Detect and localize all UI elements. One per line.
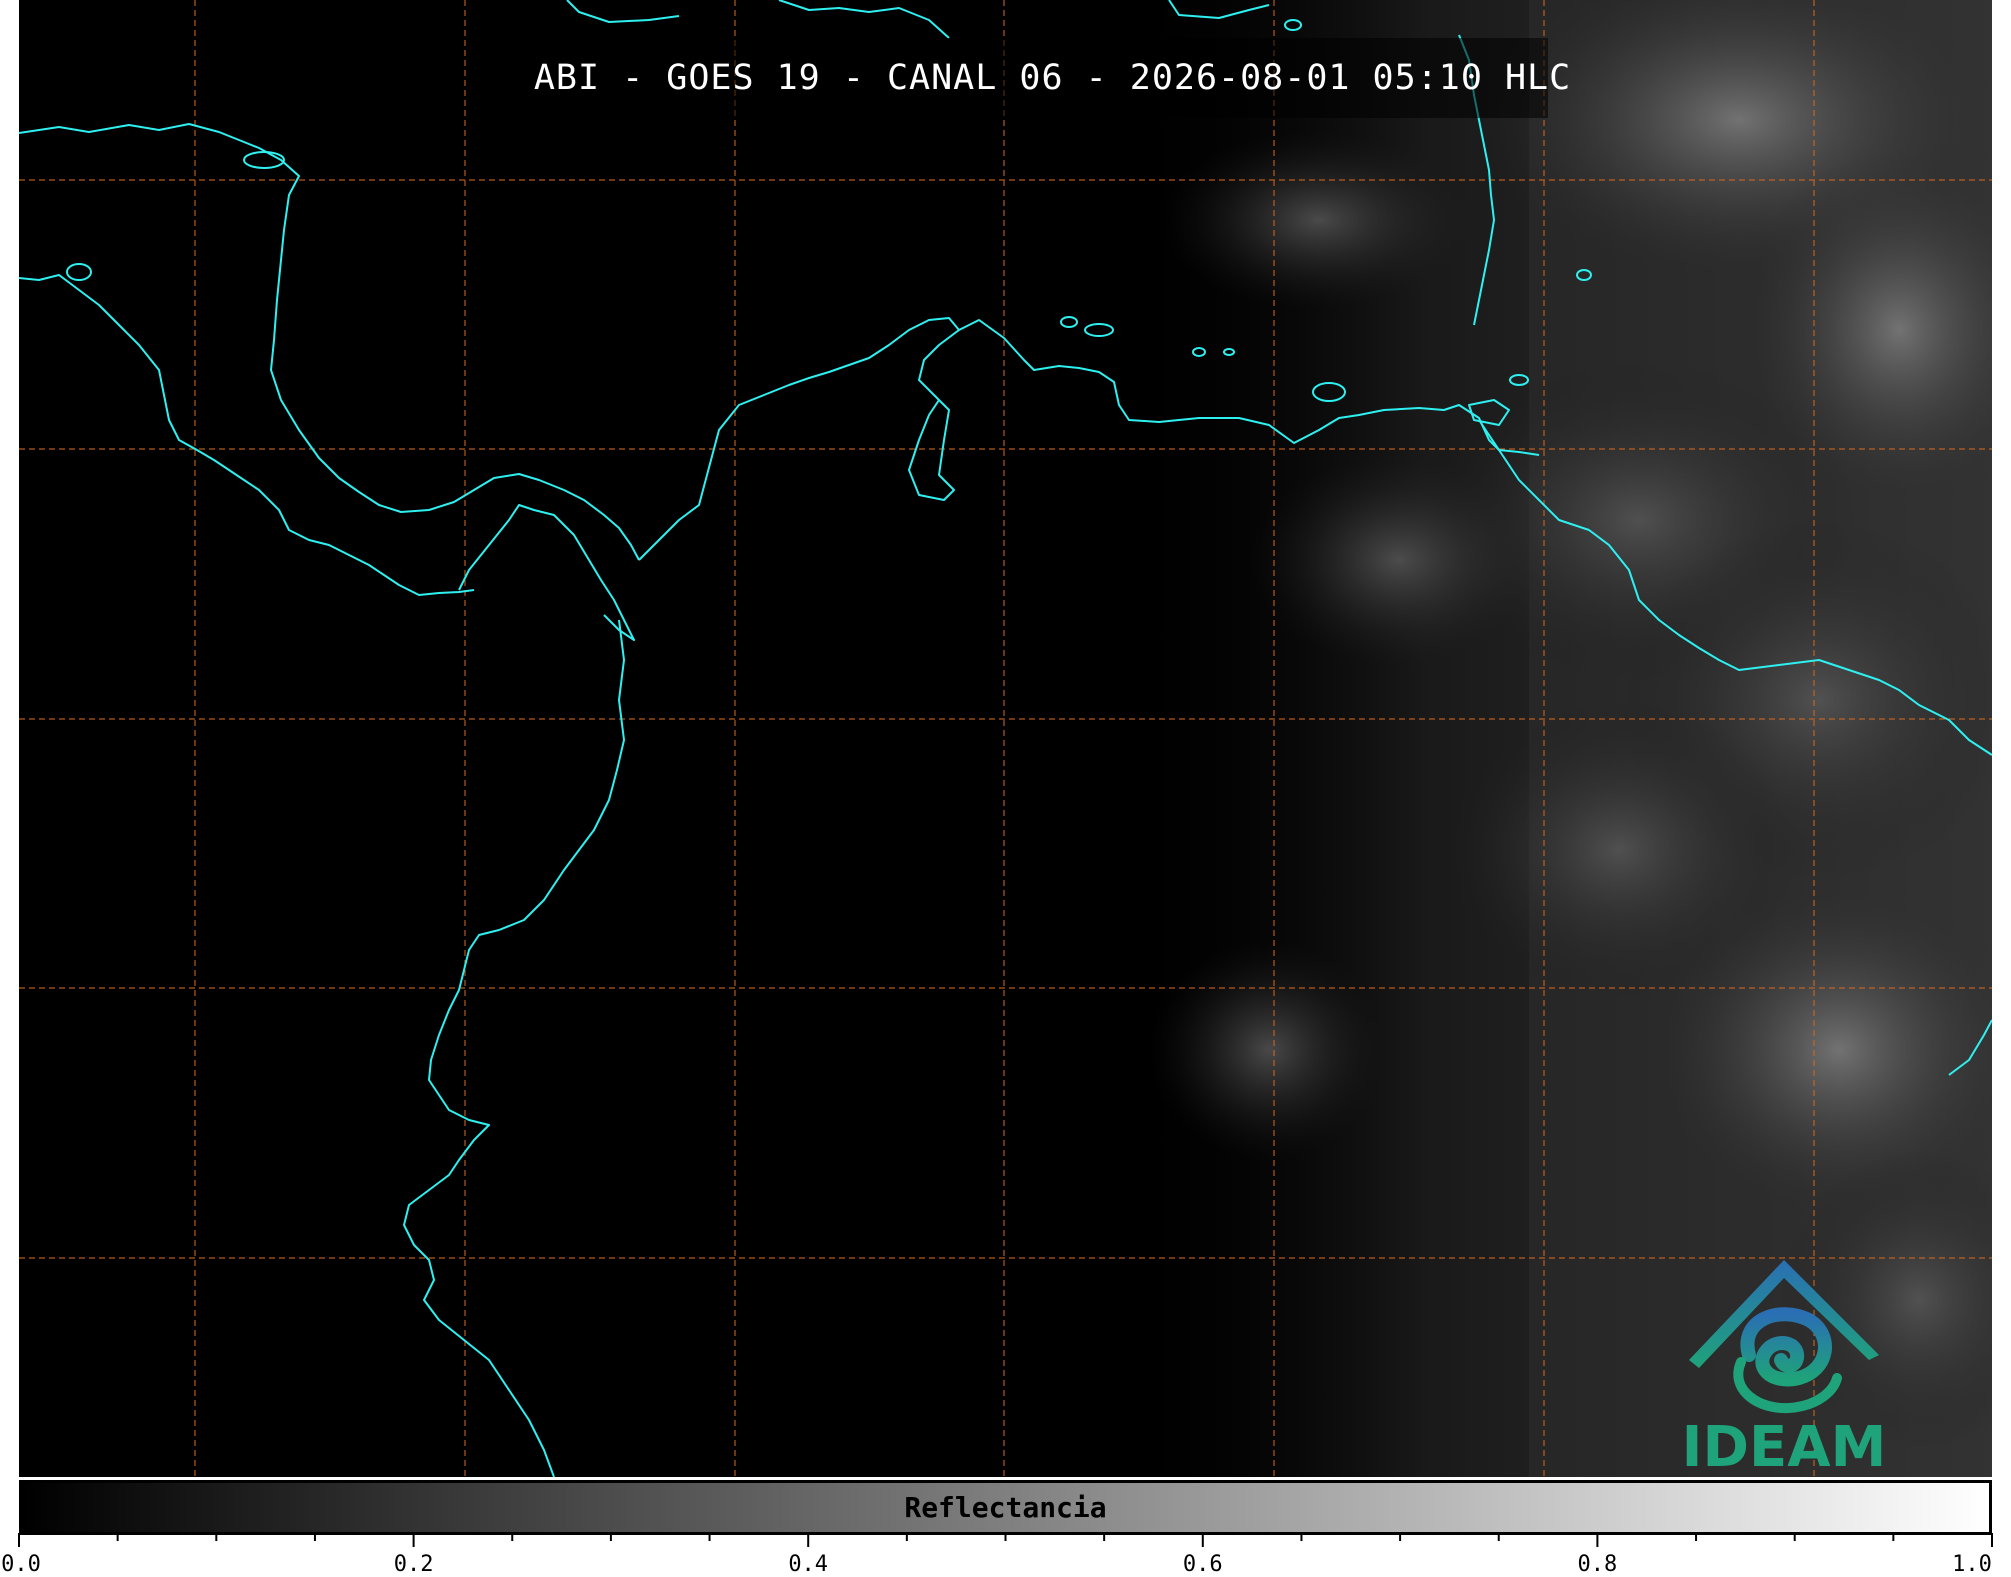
colorbar: Reflectancia [19,1480,1992,1535]
colorbar-tick-label: 0.0 [1,1552,41,1577]
ideam-logo: IDEAM [1659,1250,1909,1477]
colorbar-tick-label: 0.8 [1577,1552,1618,1577]
ideam-logo-text: IDEAM [1681,1415,1887,1477]
colorbar-tick-label: 0.2 [393,1552,434,1577]
satellite-map: ABI - GOES 19 - CANAL 06 - 2026-08-01 05… [19,0,1992,1477]
colorbar-ticks [18,1533,1993,1547]
map-title: ABI - GOES 19 - CANAL 06 - 2026-08-01 05… [533,58,1572,98]
colorbar-label: Reflectancia [904,1491,1107,1524]
colorbar-tick-label: 0.6 [1182,1552,1223,1577]
colorbar-tick-label: 0.4 [788,1552,829,1577]
title-banner: ABI - GOES 19 - CANAL 06 - 2026-08-01 05… [534,38,1570,118]
colorbar-tick-label: 1.0 [1952,1552,1992,1577]
ideam-logo-icon [1689,1260,1879,1414]
